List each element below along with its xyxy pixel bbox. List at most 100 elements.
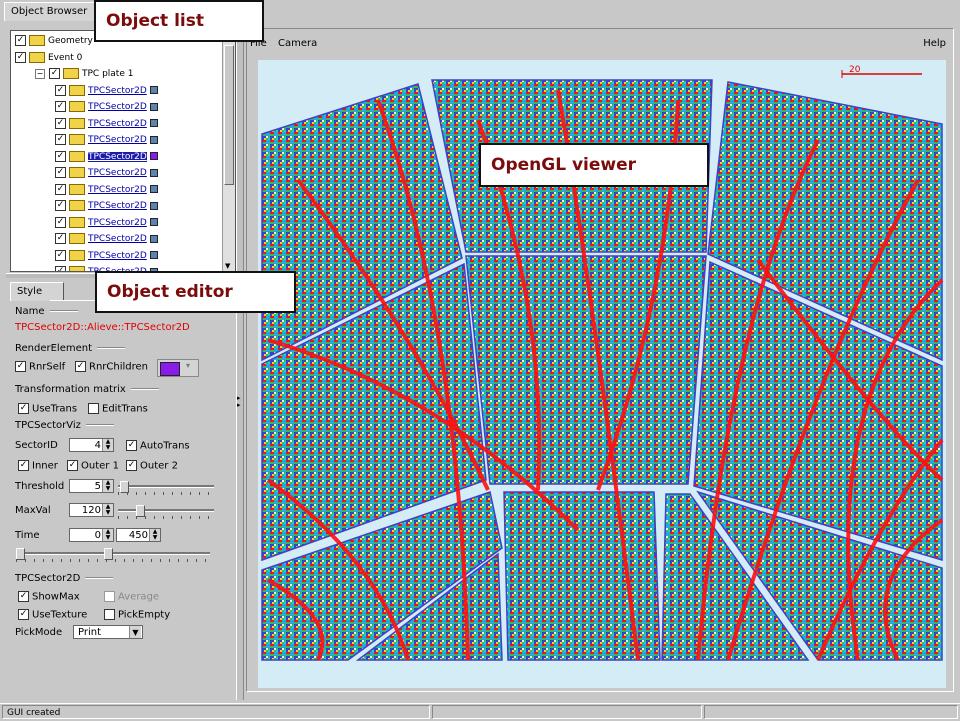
checkmark-icon[interactable]: ✓ bbox=[55, 101, 66, 112]
folder-icon bbox=[69, 200, 85, 211]
menu-help[interactable]: Help bbox=[923, 36, 946, 52]
splitter-grip-icon: ▸ ▸ bbox=[237, 394, 241, 409]
pick-empty-label: PickEmpty bbox=[118, 609, 171, 621]
checkmark-icon[interactable]: ✓ bbox=[55, 84, 66, 96]
checkmark-icon[interactable]: ✓ bbox=[55, 249, 66, 261]
spin-arrows-icon[interactable]: ▲ ▼ bbox=[102, 504, 113, 516]
time-range-slider[interactable] bbox=[16, 548, 210, 562]
folder-icon bbox=[69, 249, 85, 261]
checkmark-icon[interactable]: ✓ bbox=[55, 150, 66, 162]
menu-camera[interactable]: Camera bbox=[278, 36, 317, 52]
time-max-value: 450 bbox=[128, 530, 148, 541]
use-texture-checkbox[interactable]: ✓ UseTexture bbox=[18, 609, 87, 621]
slider-track bbox=[118, 509, 214, 512]
auto-trans-label: AutoTrans bbox=[140, 440, 190, 452]
inner-checkbox[interactable]: ✓ Inner bbox=[18, 460, 58, 472]
checkmark-icon[interactable]: ✓ bbox=[49, 68, 60, 79]
status-text: GUI created bbox=[2, 705, 430, 719]
tree-item-label: TPCSector2D bbox=[88, 201, 147, 211]
tree-item[interactable]: ✓ TPCSector2D bbox=[55, 231, 158, 247]
checkmark-icon[interactable]: ✓ bbox=[55, 134, 66, 145]
rnr-children-checkbox[interactable]: ✓ RnrChildren bbox=[75, 361, 148, 373]
checkmark-icon[interactable]: ✓ bbox=[55, 183, 66, 195]
checkmark-icon[interactable]: ✓ bbox=[55, 200, 66, 211]
tree-collapse-icon[interactable]: − bbox=[35, 68, 45, 79]
tree-item-label: TPCSector2D bbox=[88, 102, 147, 112]
checkmark-icon: ✓ bbox=[18, 403, 29, 414]
checkmark-icon: ✓ bbox=[67, 460, 78, 471]
tree-item[interactable]: ✓ Event 0 bbox=[15, 50, 82, 66]
threshold-value: 5 bbox=[94, 481, 101, 492]
rnr-self-label: RnrSelf bbox=[29, 361, 66, 373]
callout-object-list: Object list bbox=[94, 0, 264, 42]
color-square-icon bbox=[149, 119, 158, 127]
maxval-input[interactable]: 120 ▲ ▼ bbox=[69, 503, 114, 517]
maxval-slider[interactable] bbox=[118, 505, 214, 519]
tree-item[interactable]: ✓ TPCSector2D bbox=[55, 198, 158, 214]
rnr-self-checkbox[interactable]: ✓ RnrSelf bbox=[15, 361, 65, 373]
tpc-sector[interactable] bbox=[465, 255, 707, 485]
tree-item[interactable]: ✓ TPCSector2D bbox=[55, 182, 158, 198]
scroll-down-icon[interactable]: ▼ bbox=[225, 262, 230, 270]
checkmark-icon[interactable]: ✓ bbox=[55, 266, 66, 271]
use-trans-checkbox[interactable]: ✓ UseTrans bbox=[18, 403, 77, 415]
spin-arrows-icon[interactable]: ▲ ▼ bbox=[102, 439, 113, 451]
folder-icon bbox=[69, 233, 85, 244]
tree-item[interactable]: ✓ TPCSector2D bbox=[55, 215, 158, 231]
checkmark-icon[interactable]: ✓ bbox=[55, 216, 66, 228]
checkmark-icon[interactable]: ✓ bbox=[55, 167, 66, 178]
tree-item[interactable]: ✓ TPCSector2D bbox=[55, 149, 158, 165]
pick-empty-checkbox[interactable]: PickEmpty bbox=[104, 609, 170, 621]
checkmark-icon[interactable]: ✓ bbox=[55, 117, 66, 129]
status-bar: GUI created bbox=[0, 703, 960, 721]
edit-trans-checkbox[interactable]: EditTrans bbox=[88, 403, 148, 415]
pick-mode-select[interactable]: Print ▼ bbox=[73, 625, 143, 639]
checkmark-icon[interactable]: ✓ bbox=[15, 51, 26, 63]
average-checkbox[interactable]: Average bbox=[104, 591, 159, 603]
tree-item[interactable]: ✓ TPCSector2D bbox=[55, 116, 158, 132]
tree-item[interactable]: − ✓ TPC plate 1 bbox=[35, 66, 133, 82]
section-transformation-matrix: Transformation matrix bbox=[15, 384, 159, 395]
tab-object-browser[interactable]: Object Browser bbox=[4, 2, 98, 21]
checkmark-icon[interactable]: ✓ bbox=[15, 35, 26, 46]
tab-style[interactable]: Style bbox=[10, 282, 64, 301]
tree-item[interactable]: ✓ TPCSector2D bbox=[55, 132, 158, 148]
tree-scroll-thumb[interactable] bbox=[224, 45, 234, 185]
spin-arrows-icon[interactable]: ▲ ▼ bbox=[149, 529, 160, 541]
tree-item-label: Geometry bbox=[48, 36, 93, 46]
auto-trans-checkbox[interactable]: ✓ AutoTrans bbox=[126, 440, 190, 452]
tree-item-label: TPCSector2D bbox=[88, 250, 147, 261]
outer1-checkbox[interactable]: ✓ Outer 1 bbox=[67, 460, 119, 472]
section-tpc-sector-viz: TPCSectorViz bbox=[15, 420, 114, 431]
tree-item-label: TPCSector2D bbox=[88, 118, 147, 129]
threshold-slider[interactable] bbox=[118, 481, 214, 495]
tree-scrollbar[interactable]: ▲ ▼ bbox=[222, 31, 235, 271]
tree-item[interactable]: ✓ TPCSector2D bbox=[55, 99, 158, 115]
sector-id-label: SectorID bbox=[15, 440, 58, 451]
color-square-icon bbox=[149, 86, 158, 94]
section-render-element: RenderElement bbox=[15, 343, 125, 354]
color-square-icon bbox=[149, 168, 158, 177]
tree-item[interactable]: ✓ TPCSector2D bbox=[55, 248, 158, 264]
threshold-input[interactable]: 5 ▲ ▼ bbox=[69, 479, 114, 493]
checkbox-empty-icon bbox=[104, 591, 115, 602]
spin-arrows-icon[interactable]: ▲ ▼ bbox=[102, 529, 113, 541]
tree-item[interactable]: ✓ TPCSector2D bbox=[55, 165, 158, 181]
tree-item-label: TPCSector2D bbox=[88, 217, 147, 228]
show-max-checkbox[interactable]: ✓ ShowMax bbox=[18, 591, 80, 603]
folder-icon bbox=[69, 216, 85, 228]
slider-track bbox=[16, 552, 210, 555]
color-picker-button[interactable]: ▾ bbox=[157, 359, 199, 377]
checkmark-icon[interactable]: ✓ bbox=[55, 233, 66, 244]
tree-item[interactable]: ✓ TPCSector2D bbox=[55, 83, 158, 99]
outer2-checkbox[interactable]: ✓ Outer 2 bbox=[126, 460, 178, 472]
vertical-splitter[interactable]: ▸ ▸ bbox=[236, 0, 244, 700]
color-square-icon bbox=[149, 152, 158, 160]
sector-id-input[interactable]: 4 ▲ ▼ bbox=[69, 438, 114, 452]
time-max-input[interactable]: 450 ▲ ▼ bbox=[116, 528, 161, 542]
spin-arrows-icon[interactable]: ▲ ▼ bbox=[102, 480, 113, 492]
tree-item[interactable]: ✓ Geometry bbox=[15, 33, 93, 49]
time-min-input[interactable]: 0 ▲ ▼ bbox=[69, 528, 114, 542]
folder-icon bbox=[69, 266, 85, 271]
maxval-label: MaxVal bbox=[15, 505, 51, 516]
